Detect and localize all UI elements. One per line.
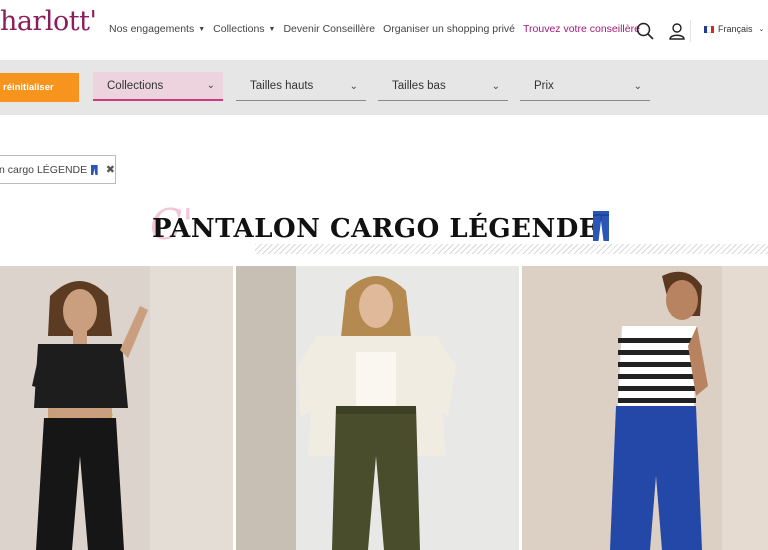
product-card-blue-cargo[interactable] — [522, 266, 768, 550]
language-selector[interactable]: Français ⌄ — [704, 24, 764, 34]
account-button[interactable] — [666, 20, 688, 42]
chevron-down-icon: ⌄ — [206, 80, 215, 91]
nav-item-label: Devenir Conseillère — [283, 23, 376, 35]
search-button[interactable] — [634, 20, 656, 42]
jeans-icon — [593, 211, 609, 241]
page-title: PANTALON CARGO LÉGENDE — [152, 214, 600, 244]
nav-item-label: Trouvez votre conseillère — [523, 23, 640, 35]
search-icon — [636, 22, 654, 40]
chevron-down-icon: ⌄ — [633, 80, 642, 92]
jeans-icon — [91, 164, 98, 175]
filter-tailles-bas[interactable]: Tailles bas ⌄ — [378, 72, 508, 101]
filter-prix[interactable]: Prix ⌄ — [520, 72, 650, 101]
user-icon — [669, 23, 685, 40]
nav-item-engagements[interactable]: Nos engagements ▼ — [109, 23, 205, 35]
header-divider — [690, 20, 691, 42]
flag-fr-icon — [704, 25, 714, 33]
product-card-black-cargo[interactable] — [0, 266, 233, 550]
section-header: C' PANTALON CARGO LÉGENDE — [0, 200, 768, 260]
nav-item-label: Nos engagements — [109, 23, 195, 35]
chevron-down-icon: ⌄ — [491, 80, 500, 92]
site-header: harlott' Nos engagements ▼ Collections ▼… — [0, 0, 768, 60]
product-image — [0, 266, 233, 550]
nav-item-shopping-prive[interactable]: Organiser un shopping privé — [383, 23, 515, 35]
filter-label: Tailles bas — [392, 80, 446, 92]
product-card-khaki-cargo[interactable] — [236, 266, 519, 550]
filter-tailles-hauts[interactable]: Tailles hauts ⌄ — [236, 72, 366, 101]
decor-stripes — [255, 244, 768, 254]
filter-collections[interactable]: Collections ⌄ — [93, 72, 223, 101]
chevron-down-icon: ▼ — [268, 25, 276, 33]
nav-item-trouvez-conseillere[interactable]: Trouvez votre conseillère — [523, 23, 640, 35]
chevron-down-icon: ⌄ — [349, 80, 358, 92]
nav-item-collections[interactable]: Collections ▼ — [213, 23, 275, 35]
brand-logo[interactable]: harlott' — [0, 6, 97, 37]
filter-label: Prix — [534, 80, 554, 92]
nav-item-devenir-conseillere[interactable]: Devenir Conseillère — [283, 23, 375, 35]
filter-label: Collections — [107, 79, 164, 92]
chevron-down-icon: ⌄ — [758, 26, 765, 33]
active-filter-tag[interactable]: n cargo LÉGENDE ✖ — [0, 155, 116, 184]
close-icon[interactable]: ✖ — [106, 163, 115, 176]
tag-label: n cargo LÉGENDE — [0, 163, 88, 176]
product-image — [522, 266, 768, 550]
nav-item-label: Organiser un shopping privé — [383, 23, 516, 35]
main-nav: Nos engagements ▼ Collections ▼ Devenir … — [109, 23, 640, 35]
chevron-down-icon: ▼ — [198, 25, 206, 33]
reset-filters-button[interactable]: réinitialiser — [0, 73, 79, 102]
nav-item-label: Collections — [213, 23, 265, 35]
filter-label: Tailles hauts — [250, 80, 314, 92]
language-label: Français — [718, 24, 753, 34]
filter-bar: réinitialiser Collections ⌄ Tailles haut… — [0, 60, 768, 115]
product-image — [236, 266, 519, 550]
